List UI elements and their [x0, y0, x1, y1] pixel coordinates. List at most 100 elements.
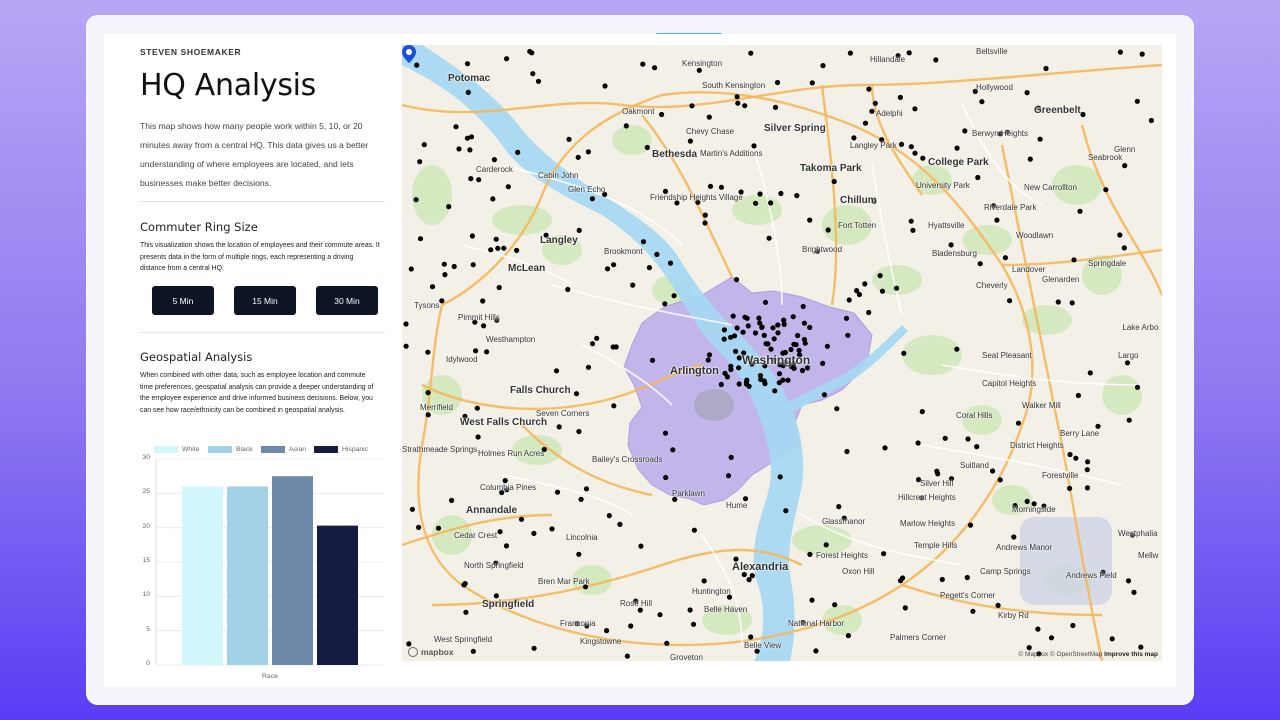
hq-marker-icon[interactable]	[402, 45, 416, 63]
employee-dot	[1027, 156, 1033, 162]
legend-swatch-asian	[261, 446, 285, 453]
employee-dot	[628, 623, 634, 629]
employee-dot	[801, 336, 807, 343]
bar-black[interactable]	[227, 486, 268, 665]
employee-dot	[1134, 384, 1141, 390]
map-place-label: Huntington	[692, 587, 731, 596]
employee-dot	[659, 111, 665, 118]
employee-dot	[453, 124, 459, 130]
legend-label: Asian	[289, 446, 307, 453]
map-place-label: New Carrollton	[1024, 183, 1077, 192]
employee-dot	[670, 447, 676, 453]
ring-15-min-button[interactable]: 15 Min	[234, 286, 296, 315]
employee-dot	[1124, 360, 1131, 366]
employee-dot	[772, 388, 778, 394]
employee-dot	[912, 106, 918, 112]
employee-dot	[1007, 298, 1013, 304]
bar-white[interactable]	[182, 486, 223, 665]
legend-item-hispanic[interactable]: Hispanic	[314, 446, 368, 453]
employee-dot	[1077, 208, 1083, 214]
employee-dot	[662, 430, 669, 436]
employee-dot	[794, 193, 800, 199]
employee-dot	[441, 261, 447, 267]
map-place-label: Westphalia	[1118, 529, 1158, 538]
employee-dot	[480, 298, 486, 304]
employee-dot	[1148, 117, 1154, 124]
employee-dot	[893, 285, 900, 291]
employee-dot	[518, 516, 525, 522]
employee-dot	[734, 94, 740, 100]
employee-dot	[657, 612, 663, 618]
employee-dot	[977, 261, 983, 267]
employee-dot	[556, 424, 562, 430]
employee-dot	[910, 227, 916, 233]
employee-dot	[646, 265, 652, 271]
map-view[interactable]: Potomac Kensington South Kensington Hilland…	[402, 45, 1162, 661]
employee-dot	[476, 177, 482, 183]
employee-dot	[761, 332, 767, 338]
employee-dot	[721, 336, 727, 342]
employee-dot	[1117, 49, 1123, 55]
map-place-label: Takoma Park	[800, 163, 862, 174]
bar-hispanic[interactable]	[317, 525, 358, 665]
map-place-label: University Park	[916, 181, 970, 190]
mapbox-logo[interactable]: mapbox	[408, 647, 454, 657]
employee-dot	[689, 103, 695, 109]
employee-dot	[589, 341, 596, 347]
map-place-label: Idylwood	[446, 355, 478, 364]
employee-dot	[501, 245, 507, 251]
map-place-label: West Springfield	[434, 635, 493, 644]
employee-dot	[718, 184, 724, 190]
map-place-label: Suitland	[960, 461, 989, 470]
employee-dot	[735, 100, 741, 106]
y-tick-label: 10	[142, 591, 150, 599]
employee-dot	[535, 78, 542, 84]
map-place-label: Silver Hill	[920, 479, 954, 488]
employee-dot	[408, 266, 414, 272]
employee-dot	[553, 368, 560, 374]
page-title: HQ Analysis	[140, 68, 317, 103]
park-area	[1022, 305, 1072, 335]
map-place-label: Camp Springs	[980, 567, 1031, 576]
bar-asian[interactable]	[272, 476, 313, 665]
legend-item-black[interactable]: Black	[208, 446, 253, 453]
employee-dot	[504, 56, 510, 62]
legend-item-white[interactable]: White	[154, 446, 199, 453]
employee-dot	[421, 142, 427, 148]
employee-dot	[862, 120, 869, 126]
employee-dot	[503, 543, 510, 549]
employee-dot	[800, 303, 806, 310]
employee-dot	[687, 138, 693, 144]
map-place-label: Walker Mill	[1022, 401, 1061, 410]
employee-dot	[481, 323, 487, 329]
employee-dot	[744, 381, 750, 387]
map-place-label: Glen Echo	[568, 185, 606, 194]
employee-dot	[671, 293, 677, 299]
employee-dot	[1085, 459, 1091, 465]
attribution-text[interactable]: © Mapbox © OpenStreetMap	[1018, 651, 1102, 658]
employee-dot	[1109, 636, 1115, 642]
map-place-label: Largo	[1118, 351, 1139, 360]
employee-dot	[954, 145, 960, 151]
employee-dot	[1134, 98, 1140, 104]
map-place-label: Adelphi	[876, 109, 903, 118]
employee-dot	[793, 342, 799, 348]
employee-dot	[473, 348, 479, 354]
ring-5-min-button[interactable]: 5 Min	[152, 286, 214, 315]
map-place-label: Hillandale	[870, 55, 906, 64]
employee-dot	[807, 217, 813, 223]
legend-item-asian[interactable]: Asian	[261, 446, 306, 453]
employee-dot	[706, 352, 713, 358]
employee-dot	[752, 330, 759, 336]
map-place-label: Cabin John	[538, 171, 579, 180]
ring-30-min-button[interactable]: 30 Min	[316, 286, 378, 315]
map-place-label: Parklawn	[672, 489, 705, 498]
employee-dot	[602, 83, 608, 89]
employee-dot	[475, 434, 481, 440]
employee-dot	[514, 247, 520, 253]
improve-map-link[interactable]: Improve this map	[1104, 651, 1158, 658]
employee-dot	[474, 405, 480, 411]
employee-dot	[902, 605, 908, 611]
employee-dot	[530, 71, 536, 77]
employee-dot	[529, 50, 535, 56]
